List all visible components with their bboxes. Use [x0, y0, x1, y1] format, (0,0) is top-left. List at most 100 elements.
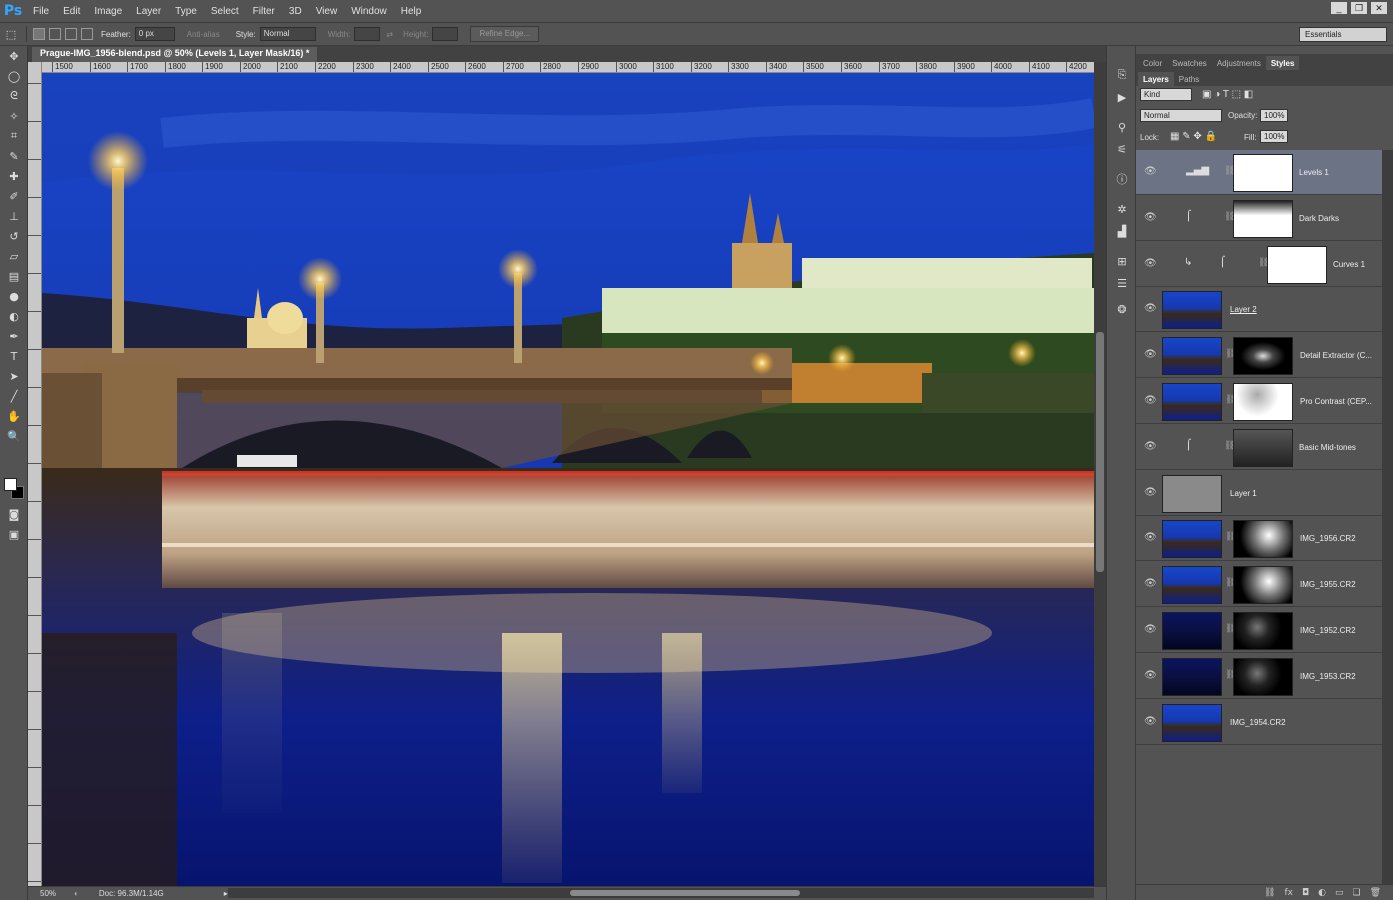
type-tool-icon[interactable]: T — [0, 346, 28, 366]
width-input[interactable] — [354, 27, 381, 41]
layer-thumbnail[interactable] — [1162, 612, 1222, 650]
close-button[interactable]: ✕ — [1371, 2, 1387, 14]
layer-thumbnail[interactable] — [1162, 337, 1222, 376]
fill-input[interactable]: 100% — [1260, 130, 1288, 143]
history-brush-tool-icon[interactable]: ↺ — [0, 226, 28, 246]
quick-mask-icon[interactable]: ◙ — [0, 504, 28, 524]
layer-mask-thumbnail[interactable] — [1233, 199, 1293, 238]
layer-row[interactable]: 👁 ⛓ Pro Contrast (CEP... — [1136, 379, 1382, 424]
antialias-checkbox[interactable]: Anti-alias — [187, 30, 220, 39]
layer-mask-thumbnail[interactable] — [1233, 612, 1293, 650]
tab-paths[interactable]: Paths — [1174, 72, 1204, 86]
lasso-tool-icon[interactable]: ᘓ — [0, 86, 28, 106]
lock-icons[interactable]: ▦ ✎ ✥ 🔒 — [1170, 131, 1217, 142]
layer-row[interactable]: 👁 ⌠ ⛓ ↳ Curves 1 — [1136, 241, 1382, 287]
new-selection-icon[interactable] — [33, 28, 45, 40]
visibility-eye-icon[interactable]: 👁 — [1144, 487, 1157, 498]
screen-mode-icon[interactable]: ▣ — [0, 524, 28, 544]
layer-thumbnail[interactable] — [1162, 383, 1222, 421]
layer-row[interactable]: 👁 Layer 2 — [1136, 287, 1382, 333]
move-tool-icon[interactable]: ✥ — [0, 46, 28, 66]
layer-mask-thumbnail[interactable] — [1233, 154, 1293, 192]
character-panel-icon[interactable]: ⊞ — [1107, 250, 1137, 272]
delete-layer-icon[interactable]: 🗑 — [1370, 888, 1381, 898]
tab-styles[interactable]: Styles — [1265, 56, 1300, 70]
layer-mask-thumbnail[interactable] — [1233, 383, 1293, 421]
layer-thumbnail[interactable] — [1162, 474, 1222, 513]
layer-row[interactable]: 👁 ⛓ IMG_1955.CR2 — [1136, 562, 1382, 608]
zoom-tool-icon[interactable]: 🔍 — [0, 426, 28, 446]
new-adjustment-icon[interactable]: ◐ — [1318, 888, 1326, 898]
marquee-tool-icon[interactable]: ◯ — [0, 66, 28, 86]
document-tab[interactable]: Prague-IMG_1956-blend.psd @ 50% (Levels … — [32, 47, 318, 62]
visibility-eye-icon[interactable]: 👁 — [1144, 716, 1157, 727]
style-select[interactable]: Normal — [259, 27, 316, 41]
visibility-eye-icon[interactable]: 👁 — [1144, 395, 1157, 406]
layer-row[interactable]: 👁 ⛓ IMG_1956.CR2 — [1136, 516, 1382, 562]
quick-select-tool-icon[interactable]: ✧ — [0, 106, 28, 126]
new-group-icon[interactable]: ▭ — [1335, 888, 1344, 898]
menu-filter[interactable]: Filter — [246, 6, 282, 17]
layer-mask-thumbnail[interactable] — [1233, 520, 1293, 559]
status-info-icon[interactable]: ◐ — [74, 889, 79, 898]
layer-row[interactable]: 👁 ⛓ Detail Extractor (C... — [1136, 333, 1382, 379]
clone-stamp-tool-icon[interactable]: ⊥ — [0, 206, 28, 226]
brush-panel-icon[interactable]: ⚲ — [1107, 116, 1137, 138]
visibility-eye-icon[interactable]: 👁 — [1144, 258, 1157, 269]
layer-filter-select[interactable]: Kind — [1140, 88, 1192, 101]
tab-layers[interactable]: Layers — [1138, 72, 1174, 86]
add-mask-icon[interactable]: ◘ — [1302, 888, 1309, 898]
restore-button[interactable]: ❐ — [1351, 2, 1367, 14]
workspace-select[interactable]: Essentials — [1299, 27, 1387, 42]
canvas-vertical-scroll-thumb[interactable] — [1096, 332, 1104, 572]
zoom-level[interactable]: 50% — [40, 889, 56, 898]
tab-swatches[interactable]: Swatches — [1167, 56, 1212, 70]
tab-adjustments[interactable]: Adjustments — [1212, 56, 1266, 70]
foreground-color-swatch[interactable] — [4, 478, 17, 491]
hand-tool-icon[interactable]: ✋ — [0, 406, 28, 426]
menu-type[interactable]: Type — [168, 6, 204, 17]
visibility-eye-icon[interactable]: 👁 — [1144, 303, 1157, 314]
actions-panel-icon[interactable]: ▶ — [1107, 86, 1137, 108]
horizontal-ruler[interactable]: 1500 1600 1700 1800 1900 2000 2100 2200 2300 2400… — [42, 62, 1094, 73]
layer-row[interactable]: 👁 ⌠ ⛓ Basic Mid-tones — [1136, 424, 1382, 470]
info-panel-icon[interactable]: ⓘ — [1107, 168, 1137, 190]
visibility-eye-icon[interactable]: 👁 — [1144, 532, 1157, 543]
layer-thumbnail[interactable] — [1162, 657, 1222, 696]
layer-row[interactable]: 👁 ▂▄▆ ⛓ Levels 1 — [1136, 150, 1382, 195]
blend-mode-select[interactable]: Normal — [1140, 109, 1222, 122]
layer-row[interactable]: 👁 Layer 1 — [1136, 470, 1382, 516]
canvas-vertical-scrollbar[interactable] — [1094, 62, 1106, 886]
blur-tool-icon[interactable]: ● — [0, 286, 28, 306]
layer-mask-thumbnail[interactable] — [1233, 428, 1293, 467]
layer-thumbnail[interactable] — [1162, 291, 1222, 330]
visibility-eye-icon[interactable]: 👁 — [1144, 212, 1157, 223]
paragraph-panel-icon[interactable]: ☰ — [1107, 272, 1137, 294]
menu-file[interactable]: File — [26, 6, 56, 17]
visibility-eye-icon[interactable]: 👁 — [1144, 624, 1157, 635]
fx-icon[interactable]: fx — [1284, 888, 1293, 898]
subtract-selection-icon[interactable] — [65, 28, 77, 40]
vertical-ruler[interactable] — [28, 73, 42, 886]
histogram-panel-icon[interactable]: ▟ — [1107, 220, 1137, 242]
opacity-input[interactable]: 100% — [1260, 109, 1288, 122]
new-layer-icon[interactable]: ❏ — [1352, 888, 1360, 898]
marquee-preset-icon[interactable]: ⬚ — [0, 24, 22, 44]
pen-tool-icon[interactable]: ✒ — [0, 326, 28, 346]
layers-scrollbar[interactable] — [1382, 150, 1393, 884]
path-select-tool-icon[interactable]: ➤ — [0, 366, 28, 386]
layer-thumbnail[interactable] — [1162, 520, 1222, 559]
add-selection-icon[interactable] — [49, 28, 61, 40]
visibility-eye-icon[interactable]: 👁 — [1144, 349, 1157, 360]
menu-select[interactable]: Select — [204, 6, 246, 17]
eraser-tool-icon[interactable]: ▱ — [0, 246, 28, 266]
layer-row[interactable]: 👁 ⛓ IMG_1952.CR2 — [1136, 608, 1382, 653]
layer-mask-thumbnail[interactable] — [1233, 337, 1293, 376]
menu-view[interactable]: View — [309, 6, 345, 17]
layer-mask-thumbnail[interactable] — [1267, 245, 1327, 284]
menu-window[interactable]: Window — [344, 6, 394, 17]
menu-image[interactable]: Image — [87, 6, 129, 17]
menu-help[interactable]: Help — [394, 6, 429, 17]
height-input[interactable] — [432, 27, 459, 41]
layer-mask-thumbnail[interactable] — [1233, 566, 1293, 605]
